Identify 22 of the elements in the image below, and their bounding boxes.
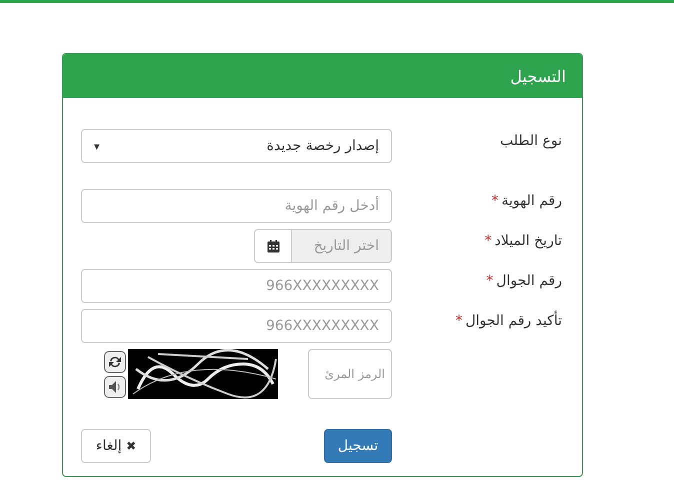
required-mark: * — [492, 193, 499, 209]
audio-button[interactable] — [104, 376, 126, 398]
captcha-field[interactable]: الرمز المرئ — [308, 349, 392, 399]
cancel-button[interactable]: ✖ إلغاء — [81, 429, 151, 463]
input-field[interactable]: أدخل رقم الهوية — [81, 189, 392, 223]
required-mark: * — [484, 233, 492, 249]
required-mark: * — [486, 273, 494, 289]
field-label: تأكيد رقم الجوال — [465, 313, 562, 329]
field-label: تاريخ الميلاد — [494, 233, 562, 249]
input-field[interactable]: 966XXXXXXXXX — [81, 309, 392, 343]
calendar-button[interactable] — [254, 229, 291, 263]
refresh-button[interactable] — [104, 350, 126, 372]
required-mark: * — [455, 313, 462, 329]
panel-title: التسجيل — [510, 66, 566, 86]
field-label: نوع الطلب — [500, 133, 562, 149]
request-type-select[interactable]: إصدار رخصة جديدة ▾ — [81, 129, 392, 163]
register-button[interactable]: تسجيل — [324, 429, 392, 463]
calendar-icon — [266, 240, 280, 252]
input-field[interactable]: 966XXXXXXXXX — [81, 269, 392, 303]
field-label: رقم الهوية — [502, 193, 562, 209]
field-label: رقم الجوال — [496, 273, 562, 289]
date-field[interactable]: اختر التاريخ — [291, 229, 392, 263]
